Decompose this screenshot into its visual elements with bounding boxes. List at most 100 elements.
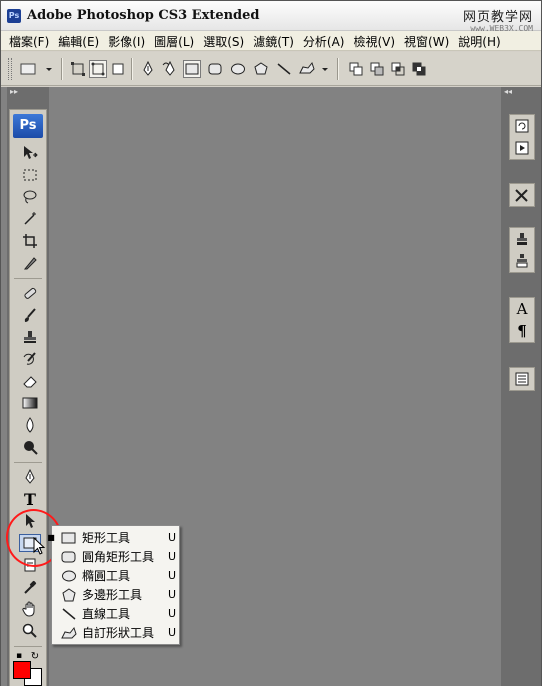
- paragraph-panel-icon[interactable]: ¶: [510, 320, 534, 342]
- pen-tool-icon[interactable]: [19, 468, 41, 486]
- history-panel-icon[interactable]: [510, 115, 534, 137]
- menu-window[interactable]: 視窗(W): [400, 31, 454, 50]
- magic-wand-tool-icon[interactable]: [19, 210, 41, 228]
- paths-icon[interactable]: [89, 60, 107, 78]
- lasso-tool-icon[interactable]: [19, 188, 41, 206]
- brush-tool-icon[interactable]: [19, 306, 41, 324]
- flyout-item-shortcut: U: [168, 607, 177, 620]
- rectangle-preset-icon: [20, 63, 52, 75]
- line-icon: [60, 606, 78, 622]
- history-brush-tool-icon[interactable]: [19, 350, 41, 368]
- flyout-item-label: 自訂形狀工具: [82, 626, 155, 640]
- panel-group-type: A ¶: [509, 297, 535, 343]
- zoom-tool-icon[interactable]: [19, 622, 41, 640]
- rounded-rectangle-shape-icon[interactable]: [206, 60, 224, 78]
- flyout-item-shortcut: U: [168, 588, 177, 601]
- info-panel-icon[interactable]: [510, 368, 534, 390]
- character-panel-icon[interactable]: A: [510, 298, 534, 320]
- flyout-item-ellipse[interactable]: 橢圓工具 U: [52, 566, 179, 585]
- ellipse-shape-icon[interactable]: [229, 60, 247, 78]
- separator: [14, 278, 42, 279]
- separator: [14, 646, 42, 647]
- actions-panel-icon[interactable]: [510, 137, 534, 159]
- photoshop-window: Ps Adobe Photoshop CS3 Extended 网页教学网 ww…: [0, 0, 542, 686]
- line-shape-icon[interactable]: [275, 60, 293, 78]
- combine-icon[interactable]: [347, 60, 365, 78]
- panel-group-tools: [509, 183, 535, 207]
- menu-select[interactable]: 選取(S): [199, 31, 249, 50]
- panel-group-info: [509, 367, 535, 391]
- flyout-item-shortcut: U: [168, 569, 177, 582]
- move-tool-icon[interactable]: [19, 144, 41, 162]
- mouse-cursor-icon: [33, 537, 46, 555]
- dock-collapse-icon[interactable]: ◂◂: [501, 87, 542, 99]
- polygon-shape-icon[interactable]: [252, 60, 270, 78]
- tool-presets-panel-icon[interactable]: [510, 184, 534, 206]
- intersect-icon[interactable]: [389, 60, 407, 78]
- ps-logo[interactable]: Ps: [13, 114, 43, 138]
- app-icon: Ps: [7, 9, 21, 23]
- separator: [61, 58, 63, 80]
- menu-image[interactable]: 影像(I): [104, 31, 150, 50]
- watermark: 网页教学网 www.WEB3X.COM: [463, 6, 533, 33]
- exclude-icon[interactable]: [410, 60, 428, 78]
- menu-view[interactable]: 檢視(V): [349, 31, 400, 50]
- flyout-item-rounded-rectangle[interactable]: 圓角矩形工具 U: [52, 547, 179, 566]
- slice-tool-icon[interactable]: [19, 254, 41, 272]
- window-title: Adobe Photoshop CS3 Extended: [27, 8, 260, 23]
- menu-bar: 檔案(F) 編輯(E) 影像(I) 圖層(L) 選取(S) 濾鏡(T) 分析(A…: [1, 31, 541, 51]
- layer-comps-panel-icon[interactable]: [510, 250, 534, 272]
- toolbox: Ps T ▪ ↻: [9, 109, 47, 686]
- menu-help[interactable]: 說明(H): [454, 31, 505, 50]
- flyout-item-label: 多邊形工具: [82, 588, 143, 602]
- flyout-item-line[interactable]: 直線工具 U: [52, 604, 179, 623]
- separator: [14, 462, 42, 463]
- gradient-tool-icon[interactable]: [19, 394, 41, 412]
- ellipse-icon: [60, 568, 78, 584]
- flyout-item-shortcut: U: [168, 626, 177, 639]
- shape-tool-flyout: ■ 矩形工具 U 圓角矩形工具 U 橢圓工具 U 多邊形工具 U 直線工具 U …: [47, 525, 180, 645]
- subtract-icon[interactable]: [368, 60, 386, 78]
- dodge-tool-icon[interactable]: [19, 438, 41, 456]
- menu-file[interactable]: 檔案(F): [5, 31, 54, 50]
- flyout-item-label: 圓角矩形工具: [82, 550, 155, 564]
- panel-group-clone: [509, 227, 535, 273]
- type-tool-icon[interactable]: T: [19, 490, 41, 509]
- clone-stamp-tool-icon[interactable]: [19, 328, 41, 346]
- watermark-text: 网页教学网: [462, 10, 533, 25]
- flyout-item-label: 橢圓工具: [82, 569, 131, 583]
- flyout-item-custom-shape[interactable]: 自訂形狀工具 U: [52, 623, 179, 642]
- menu-filter[interactable]: 濾鏡(T): [249, 31, 299, 50]
- flyout-item-label: 矩形工具: [82, 531, 131, 545]
- custom-shape-icon: [299, 61, 328, 74]
- toolbox-collapse-icon[interactable]: ▸▸: [7, 87, 49, 99]
- custom-shape-picker[interactable]: [297, 60, 331, 78]
- hand-tool-icon[interactable]: [19, 600, 41, 618]
- eraser-tool-icon[interactable]: [19, 372, 41, 390]
- custom-shape-icon: [60, 625, 78, 641]
- menu-layer[interactable]: 圖層(L): [150, 31, 199, 50]
- healing-brush-tool-icon[interactable]: [19, 284, 41, 302]
- clone-source-panel-icon[interactable]: [510, 228, 534, 250]
- menu-edit[interactable]: 編輯(E): [54, 31, 104, 50]
- polygon-icon: [60, 587, 78, 603]
- pen-icon[interactable]: [139, 60, 157, 78]
- flyout-item-polygon[interactable]: 多邊形工具 U: [52, 585, 179, 604]
- title-bar: Ps Adobe Photoshop CS3 Extended 网页教学网 ww…: [1, 1, 541, 33]
- options-bar: [1, 52, 541, 86]
- foreground-color-swatch[interactable]: [13, 661, 31, 679]
- freeform-pen-icon[interactable]: [161, 60, 179, 78]
- rounded-rectangle-icon: [60, 549, 78, 565]
- options-bar-grip[interactable]: [8, 58, 12, 80]
- marquee-tool-icon[interactable]: [19, 166, 41, 184]
- tool-preset-picker[interactable]: [19, 60, 53, 78]
- flyout-item-rectangle[interactable]: ■ 矩形工具 U: [47, 528, 179, 547]
- menu-analysis[interactable]: 分析(A): [299, 31, 350, 50]
- crop-tool-icon[interactable]: [19, 232, 41, 250]
- rectangle-shape-icon[interactable]: [183, 60, 201, 78]
- shape-layers-icon[interactable]: [69, 60, 87, 78]
- selected-marker: ■: [47, 533, 55, 542]
- blur-tool-icon[interactable]: [19, 416, 41, 434]
- eyedropper-tool-icon[interactable]: [19, 578, 41, 596]
- fill-pixels-icon[interactable]: [109, 60, 127, 78]
